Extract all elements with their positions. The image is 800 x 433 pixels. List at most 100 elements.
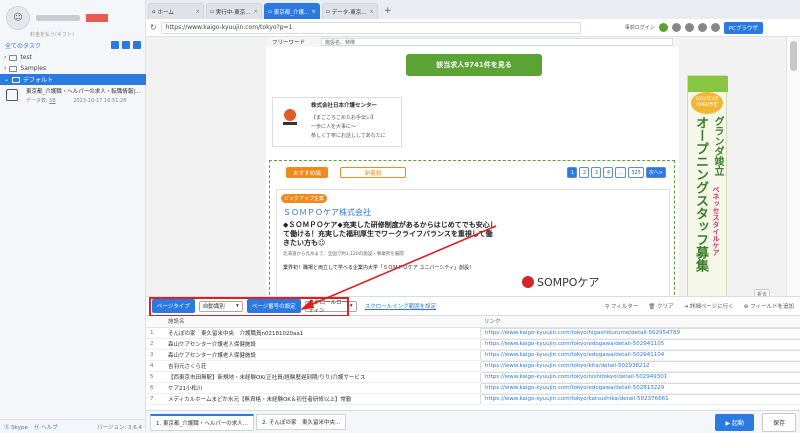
page-3-button[interactable]: 3 — [591, 167, 602, 178]
facility-cell[interactable]: ケア21小松川 — [164, 382, 480, 394]
skype-link[interactable]: Ⓢ Skype — [4, 423, 28, 431]
tab-running[interactable]: ▫ 実行中-東京... × — [206, 3, 262, 19]
corp-name: 株式会社日本介護センター — [311, 103, 378, 109]
menu-icon[interactable] — [710, 23, 720, 32]
tab-data[interactable]: ▫ データ-東京... × — [322, 3, 378, 19]
page-4-button[interactable]: 4 — [603, 167, 614, 178]
bottom-tab-2[interactable]: 2. そんぽの家 東久留米中央... — [256, 414, 347, 430]
avatar[interactable]: ☺ — [6, 6, 30, 30]
new-task-icon[interactable] — [111, 41, 119, 49]
filter-button[interactable]: ⚲ フィルター — [605, 302, 638, 310]
status-icon[interactable] — [658, 23, 668, 32]
job-catchphrase: ◆ＳＯＭＰＯケア◆充実した研修制度があるからはじめてでも安心して働ける！充実した… — [283, 221, 497, 247]
scroll-range-link[interactable]: スクロールイング範囲を設定 — [365, 302, 437, 310]
company-name[interactable]: ＳＯＭＰＯケア株式会社 — [283, 207, 371, 218]
new-folder-icon[interactable] — [133, 41, 141, 49]
link-cell[interactable]: https://www.kaigo-kyuujin.com/tokyo/nish… — [480, 371, 800, 383]
next-page-button[interactable]: 次へ> — [645, 167, 666, 178]
row-index: 1 — [146, 327, 164, 339]
table-row[interactable]: 7 メディカルホームまどか水元【無資格・未経験OK＆初任者研修以上】常勤 https… — [146, 393, 800, 405]
free-word-input[interactable]: 施設名、特徴 — [321, 38, 673, 46]
table-row[interactable]: 1 そんぽの家 東久留米中央 介護職員n02181020aa1 https://ww… — [146, 327, 800, 339]
app-window: ☺ 料金を払う(ギフト) 全てのタスク › test › Samples ⌄ デ… — [0, 0, 800, 433]
data-count[interactable]: 58 — [49, 98, 55, 104]
search-results-button[interactable]: 該当求人9741件を見る — [406, 54, 542, 76]
col-header-facility[interactable]: 施設名 — [164, 316, 480, 328]
table-row[interactable]: 4 吉羽元さくら荘 https://www.kaigo-kyuujin.com/to… — [146, 360, 800, 372]
row-index: 4 — [146, 360, 164, 372]
tree-item-label: test — [20, 54, 32, 61]
robot-icon — [6, 89, 18, 101]
free-word-row: フリーワード 施設名、特徴 — [266, 37, 679, 47]
chevron-down-icon: ▾ — [349, 303, 353, 309]
facility-cell[interactable]: そんぽの家 東久留米中央 介護職員n02181020aa1 — [164, 327, 480, 339]
table-row[interactable]: 3 森山ケアセンター介護老人保健施設 https://www.kaigo-kyuuj… — [146, 349, 800, 361]
link-cell[interactable]: https://www.kaigo-kyuujin.com/tokyo/kita… — [480, 360, 800, 372]
page-last-button[interactable]: 325 — [628, 167, 644, 178]
facility-cell[interactable]: 【西東京市田無駅】新規地・未経験OK(正社員/経験歴遅刻期/りり)介護サービス — [164, 371, 480, 383]
table-row[interactable]: 2 森山ケアセンター介護老人保健施設 https://www.kaigo-kyuuj… — [146, 338, 800, 350]
code-icon[interactable] — [697, 23, 707, 32]
link-cell[interactable]: https://www.kaigo-kyuujin.com/tokyo/higa… — [480, 327, 800, 339]
page-scrollbar[interactable] — [786, 37, 800, 296]
tab-task[interactable]: ▫ 東京都_介護... × — [264, 3, 320, 19]
sort-newest-button[interactable]: 新着順 — [340, 167, 406, 178]
username-redacted — [36, 15, 80, 21]
add-field-button[interactable]: ⊕ フィールドを追加 — [744, 302, 794, 310]
close-icon[interactable]: × — [311, 9, 316, 15]
table-row[interactable]: 5 【西東京市田無駅】新規地・未経験OK(正社員/経験歴遅刻期/りり)介護サービス… — [146, 371, 800, 383]
page-2-button[interactable]: 2 — [579, 167, 590, 178]
save-button[interactable]: 保存 — [761, 412, 796, 432]
sort-recommended-button[interactable]: おすすめ順 — [286, 167, 328, 178]
row-index: 2 — [146, 338, 164, 350]
tab-home[interactable]: ⌂ ホーム × — [148, 3, 204, 19]
extracted-data-table: 施設名 リンク 1 そんぽの家 東久留米中央 介護職員n02181020aa1 ht… — [146, 316, 800, 410]
screenshot-icon[interactable] — [684, 23, 694, 32]
tree-item-label: デフォルト — [23, 77, 54, 84]
collapse-button[interactable]: 折る — [754, 289, 771, 296]
browser-viewport: フリーワード 施設名、特徴 該当求人9741件を見る 株式会社日本介護センター … — [146, 37, 800, 296]
new-tab-button[interactable]: + — [380, 6, 396, 19]
detail-page-button[interactable]: ⇥ 詳細ページに行く — [684, 302, 734, 310]
ad-headline: オープニングスタッフ募集 — [693, 116, 708, 272]
close-icon[interactable]: × — [369, 9, 374, 15]
import-icon[interactable] — [122, 41, 130, 49]
pay-link[interactable]: 料金を払う(ギフト) — [30, 31, 74, 38]
link-cell[interactable]: https://www.kaigo-kyuujin.com/tokyo/kats… — [480, 393, 800, 405]
corp-banner[interactable]: 株式会社日本介護センター 【まごころこめたお手伝い】 一歩に人を大事に〜 恭しく… — [272, 97, 402, 147]
help-link[interactable]: Ⓗ ヘルプ — [34, 423, 58, 431]
job-card[interactable]: ピックアップ企業 ＳＯＭＰＯケア株式会社 ◆ＳＯＭＰＯケア◆充実した研修制度があ… — [276, 189, 670, 296]
url-input[interactable]: https://www.kaigo-kyuujin.com/tokyo?p=1 — [160, 21, 581, 34]
clear-button[interactable]: 🗑 クリア — [648, 302, 673, 310]
ad-facility: グランダ竣立 — [712, 116, 723, 176]
scroll-thumb[interactable] — [790, 41, 797, 71]
link-cell[interactable]: https://www.kaigo-kyuujin.com/tokyo/edog… — [480, 382, 800, 394]
col-header-index — [146, 316, 164, 328]
pickup-badge: ピックアップ企業 — [281, 194, 328, 203]
close-icon[interactable]: × — [195, 9, 200, 15]
tree-item-default[interactable]: ⌄ デフォルト — [0, 74, 146, 85]
table-header-row: 施設名 リンク — [146, 316, 800, 328]
link-cell[interactable]: https://www.kaigo-kyuujin.com/tokyo/edog… — [480, 349, 800, 361]
col-header-link[interactable]: リンク — [480, 316, 800, 328]
settings-icon[interactable] — [671, 23, 681, 32]
facility-cell[interactable]: メディカルホームまどか水元【無資格・未経験OK＆初任者研修以上】常勤 — [164, 393, 480, 405]
facility-cell[interactable]: 森山ケアセンター介護老人保健施設 — [164, 338, 480, 350]
side-ad-banner[interactable]: 2024年3月 OPEN予定 オープニングスタッフ募集 グランダ竣立 ベネッセス… — [687, 75, 728, 296]
link-cell[interactable]: https://www.kaigo-kyuujin.com/tokyo/edog… — [480, 338, 800, 350]
facility-cell[interactable]: 吉羽元さくら荘 — [164, 360, 480, 372]
tree-item-samples[interactable]: › Samples — [0, 63, 146, 74]
pre-login-button[interactable]: 事前ログイン — [625, 24, 655, 31]
bottom-tab-1[interactable]: 1. 東京都_介護職・ヘルパーの求人... — [150, 413, 254, 431]
refresh-icon[interactable]: ↻ — [150, 23, 157, 32]
facility-cell[interactable]: 森山ケアセンター介護老人保健施設 — [164, 349, 480, 361]
table-row[interactable]: 6 ケア21小松川 https://www.kaigo-kyuujin.com/to… — [146, 382, 800, 394]
ad-open-badge: 2024年3月 OPEN予定 — [691, 92, 723, 114]
job-list-area: おすすめ順 新着順 1 2 3 4 ... 325 次へ> ピックアップ企業 Ｓ… — [269, 160, 675, 296]
pc-browser-button[interactable]: PCブラウザ — [723, 21, 763, 34]
page-ellipsis: ... — [615, 167, 627, 178]
run-button[interactable]: ▶ 起動 — [715, 413, 754, 431]
tree-item-test[interactable]: › test — [0, 52, 146, 63]
close-icon[interactable]: × — [253, 9, 258, 15]
page-1-button[interactable]: 1 — [567, 167, 578, 178]
